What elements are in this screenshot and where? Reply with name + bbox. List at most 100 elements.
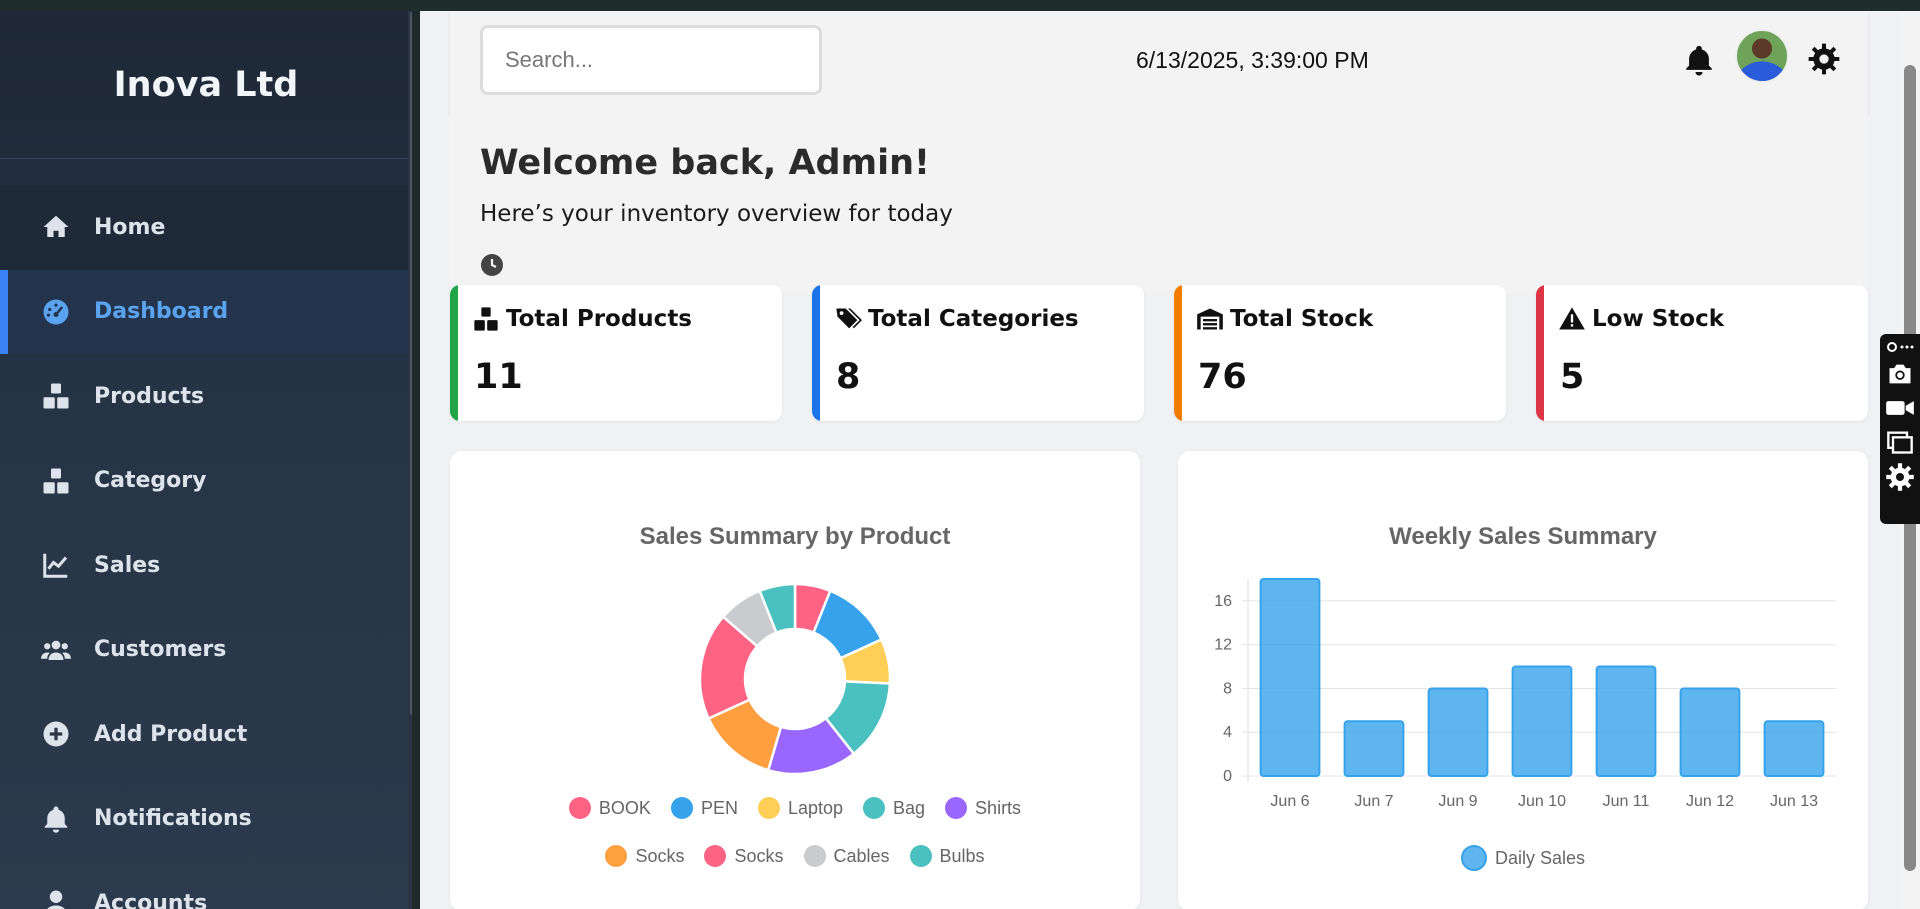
legend-label: Shirts (975, 797, 1022, 818)
sidebar-item-label: Add Product (94, 721, 248, 747)
gauge-icon (40, 296, 72, 328)
legend-swatch (605, 845, 628, 867)
legend-label: Bag (893, 797, 926, 818)
chart-title: Weekly Sales Summary (1389, 523, 1657, 550)
legend-label: Cables (833, 845, 890, 866)
bar[interactable] (1763, 720, 1825, 777)
sidebar-item-accounts[interactable]: Accounts (0, 861, 412, 909)
legend-label: Bulbs (939, 845, 985, 866)
warehouse-icon (1197, 308, 1223, 330)
stat-title: Low Stock (1558, 305, 1724, 333)
camera-icon[interactable] (1886, 360, 1914, 388)
legend-item[interactable]: Shirts (945, 797, 1021, 819)
bar[interactable] (1259, 578, 1321, 777)
legend-item[interactable]: PEN (670, 797, 738, 819)
stat-label: Total Categories (868, 306, 1079, 332)
y-tick-label: 4 (1223, 724, 1232, 741)
stat-accent-bar (450, 285, 458, 421)
x-tick-label: Jun 12 (1686, 793, 1734, 810)
stat-title: Total Stock (1196, 305, 1373, 333)
donut-chart (698, 582, 892, 776)
legend-label: PEN (700, 797, 738, 818)
bell-icon (40, 803, 72, 835)
legend-label: Daily Sales (1494, 847, 1586, 868)
legend-swatch (568, 797, 591, 819)
legend-item[interactable]: Cables (803, 845, 890, 867)
legend-label: BOOK (598, 797, 651, 818)
x-tick-label: Jun 9 (1438, 793, 1477, 810)
x-tick-label: Jun 11 (1603, 793, 1650, 810)
stat-label: Total Stock (1230, 306, 1374, 332)
link-icon[interactable] (1886, 340, 1914, 354)
legend-label: Socks (734, 845, 784, 866)
legend-swatch (803, 845, 826, 867)
sidebar-item-notifications[interactable]: Notifications (0, 777, 412, 862)
sidebar-item-label: Accounts (94, 890, 208, 909)
sidebar-item-customers[interactable]: Customers (0, 608, 412, 693)
home-icon (40, 211, 72, 243)
search-input[interactable] (480, 25, 822, 95)
legend-item[interactable]: Laptop (757, 797, 843, 819)
top-bar: 6/13/2025, 3:39:00 PM (450, 11, 1868, 115)
stat-card-total-products: Total Products 11 (450, 285, 782, 421)
sidebar-item-products[interactable]: Products (0, 354, 412, 439)
settings-icon[interactable] (1885, 462, 1915, 492)
y-tick-label: 16 (1214, 593, 1232, 610)
weekly-sales-card: Weekly Sales Summary 0 4 8 12 16 Jun 6 Jun 7 Ju… (1178, 451, 1868, 909)
tags-icon (836, 308, 862, 329)
bar[interactable] (1343, 720, 1405, 777)
x-tick-label: Jun 6 (1270, 793, 1309, 810)
legend-item[interactable]: Socks (605, 845, 684, 867)
bell-icon[interactable] (1682, 43, 1716, 77)
sidebar-item-label: Home (94, 214, 166, 240)
sidebar-item-home[interactable]: Home (0, 185, 412, 270)
stat-value: 8 (836, 357, 861, 397)
gear-icon[interactable] (1808, 43, 1840, 75)
sidebar-item-label: Customers (94, 637, 227, 663)
page-title: Welcome back, Admin! (480, 143, 930, 183)
video-icon[interactable] (1885, 394, 1915, 422)
sidebar-item-category[interactable]: Category (0, 439, 412, 524)
main-content: 6/13/2025, 3:39:00 PM Welcome back, Admi… (420, 11, 1900, 909)
sidebar-scrollbar-thumb[interactable] (410, 11, 412, 716)
bar-chart: 0 4 8 12 16 Jun 6 Jun 7 Jun 9 Jun 10 Jun 11 Jun 12… (1214, 578, 1836, 810)
boxes-icon (40, 465, 72, 497)
bar[interactable] (1427, 687, 1489, 777)
sidebar-item-dashboard[interactable]: Dashboard (0, 269, 412, 354)
boxes-icon (474, 307, 498, 331)
warning-icon (1559, 307, 1585, 330)
stat-accent-bar (812, 285, 820, 421)
stat-card-low-stock: Low Stock 5 (1536, 285, 1868, 421)
stat-card-total-stock: Total Stock 76 (1174, 285, 1506, 421)
sidebar-item-sales[interactable]: Sales (0, 523, 412, 608)
legend-swatch (1460, 845, 1487, 871)
users-icon (40, 634, 72, 666)
user-icon (40, 887, 72, 909)
legend-item[interactable]: Bag (863, 797, 925, 819)
avatar[interactable] (1735, 29, 1789, 83)
x-tick-label: Jun 10 (1518, 793, 1566, 810)
stat-card-total-categories: Total Categories 8 (812, 285, 1144, 421)
sidebar-nav: Home Dashboard Products Category Sales C… (0, 185, 412, 909)
stat-value: 11 (474, 357, 523, 397)
sidebar-item-add-product[interactable]: Add Product (0, 692, 412, 777)
boxes-icon (40, 380, 72, 412)
legend-swatch (670, 797, 693, 819)
bar[interactable] (1595, 665, 1657, 777)
welcome-subtitle: Here’s your inventory overview for today (480, 201, 953, 227)
donut-legend-row-2: Socks Socks Cables Bulbs (450, 845, 1140, 867)
sidebar-scrollbar[interactable] (408, 11, 412, 909)
y-tick-label: 12 (1214, 637, 1232, 654)
bar[interactable] (1511, 665, 1573, 777)
welcome-card: Welcome back, Admin! Here’s your invento… (450, 115, 1868, 293)
legend-item[interactable]: Bulbs (909, 845, 985, 867)
legend-item[interactable]: Daily Sales (1460, 845, 1586, 871)
legend-item[interactable]: BOOK (568, 797, 651, 819)
legend-item[interactable]: Socks (704, 845, 784, 867)
windows-icon[interactable] (1886, 428, 1914, 456)
bar[interactable] (1679, 687, 1741, 777)
stat-title: Total Products (472, 305, 692, 333)
stat-label: Low Stock (1592, 306, 1725, 332)
plus-circle-icon (40, 718, 72, 750)
brand: Inova Ltd (0, 11, 412, 159)
